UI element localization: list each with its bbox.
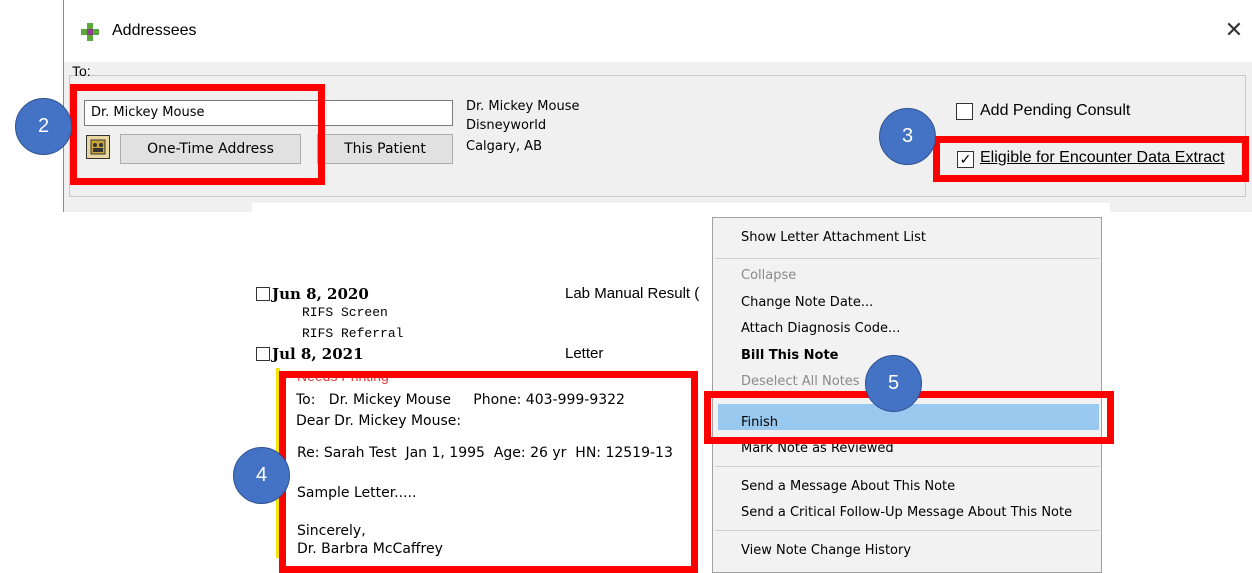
annotation-bubble-2: 2 <box>15 98 72 155</box>
add-pending-consult-checkbox[interactable] <box>956 103 973 120</box>
note-detail: RIFS Screen <box>302 305 388 320</box>
menu-item-bill-note[interactable]: Bill This Note <box>741 348 839 363</box>
menu-separator <box>715 258 1099 259</box>
annotation-box-3 <box>933 136 1249 182</box>
menu-item-show-attachments[interactable]: Show Letter Attachment List <box>741 230 926 245</box>
address-line: Calgary, AB <box>466 139 542 154</box>
menu-item-view-history[interactable]: View Note Change History <box>741 543 911 558</box>
note-select-checkbox[interactable] <box>256 287 270 301</box>
notes-panel-top <box>252 203 1110 215</box>
menu-separator <box>715 530 1099 531</box>
annotation-bubble-5: 5 <box>865 355 922 412</box>
note-date[interactable]: Jun 8, 2020 <box>272 285 369 303</box>
menu-item-change-note-date[interactable]: Change Note Date... <box>741 295 873 310</box>
menu-item-deselect-all[interactable]: Deselect All Notes <box>741 374 860 389</box>
menu-item-collapse[interactable]: Collapse <box>741 268 796 283</box>
annotation-box-2 <box>70 84 325 185</box>
address-line: Disneyworld <box>466 118 547 133</box>
title-bar: Addressees ✕ <box>64 0 1252 62</box>
address-line: Dr. Mickey Mouse <box>466 99 580 114</box>
annotation-bubble-3: 3 <box>879 108 936 165</box>
close-icon[interactable]: ✕ <box>1220 16 1248 44</box>
dialog-title: Addressees <box>112 22 197 39</box>
note-select-checkbox[interactable] <box>256 347 270 361</box>
menu-item-attach-diagnosis[interactable]: Attach Diagnosis Code... <box>741 321 900 336</box>
note-date[interactable]: Jul 8, 2021 <box>272 345 364 363</box>
annotation-bubble-4: 4 <box>233 447 290 504</box>
menu-item-send-critical-message[interactable]: Send a Critical Follow-Up Message About … <box>741 505 1072 520</box>
app-logo-icon <box>81 23 99 41</box>
note-detail: RIFS Referral <box>302 326 404 341</box>
annotation-box-4 <box>279 371 698 573</box>
to-label: To: <box>72 63 91 79</box>
menu-item-send-message[interactable]: Send a Message About This Note <box>741 479 955 494</box>
add-pending-consult-label[interactable]: Add Pending Consult <box>980 102 1130 120</box>
menu-separator <box>715 466 1099 467</box>
note-type: Lab Manual Result ( <box>565 285 700 302</box>
note-type: Letter <box>565 345 604 362</box>
this-patient-button[interactable]: This Patient <box>317 134 453 164</box>
